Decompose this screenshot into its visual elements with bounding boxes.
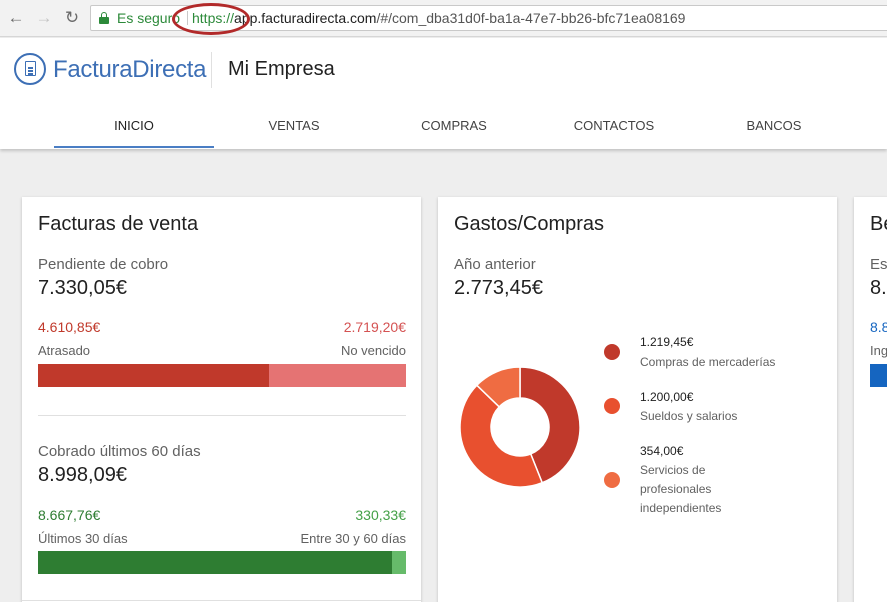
- overdue-amount: 4.610,85€: [38, 319, 101, 335]
- legend-label: Compras de mercaderías: [640, 355, 776, 369]
- url-path: /#/com_dba31d0f-ba1a-47e7-bb26-bfc71ea08…: [376, 10, 686, 26]
- expenses-amount: 2.773,45€: [454, 277, 543, 299]
- expenses-donut-chart[interactable]: [458, 365, 582, 489]
- forward-arrow-icon[interactable]: →: [34, 8, 54, 28]
- card-bottom-divider: [22, 600, 421, 601]
- tab-bancos[interactable]: BANCOS: [694, 118, 854, 133]
- tab-inicio[interactable]: INICIO: [54, 118, 214, 133]
- tab-contactos[interactable]: CONTACTOS: [534, 118, 694, 133]
- notdue-amount: 2.719,20€: [343, 319, 406, 335]
- lock-icon: [99, 12, 109, 24]
- legend-dot: [604, 344, 620, 360]
- expenses-card: Gastos/Compras Año anterior 2.773,45€ 1.…: [438, 197, 837, 602]
- brand-divider: [211, 52, 212, 88]
- url-host: app.facturadirecta.com: [234, 10, 377, 26]
- legend-label: Sueldos y salarios: [640, 409, 738, 423]
- pending-amount: 7.330,05€: [38, 277, 127, 299]
- browser-toolbar: ← → ↻ Es seguro https://app.facturadirec…: [0, 0, 887, 37]
- period-label: Año anterior: [454, 256, 536, 273]
- legend-amount: 1.219,45€: [640, 335, 694, 349]
- sales-invoices-card: Facturas de venta Pendiente de cobro 7.3…: [22, 197, 421, 602]
- annotation-circle: [172, 3, 250, 35]
- card-title[interactable]: Be: [870, 213, 887, 236]
- secure-label: Es seguro: [117, 10, 181, 26]
- banks-card: Be Es 8. 8.8 Ing: [854, 197, 887, 602]
- between-amount: 330,33€: [355, 507, 406, 523]
- notdue-bar[interactable]: [269, 364, 406, 387]
- between-bar[interactable]: [392, 551, 406, 574]
- back-arrow-icon[interactable]: ←: [6, 8, 26, 28]
- pending-label: Pendiente de cobro: [38, 256, 169, 273]
- notdue-label: No vencido: [340, 343, 406, 358]
- income-amount: 8.8: [870, 319, 887, 335]
- brand-name[interactable]: FacturaDirecta: [53, 56, 206, 84]
- card-title[interactable]: Gastos/Compras: [454, 213, 604, 236]
- last30-amount: 8.667,76€: [38, 507, 101, 523]
- overdue-label: Atrasado: [38, 343, 91, 358]
- legend-dot: [604, 398, 620, 414]
- facturadirecta-logo-icon[interactable]: [14, 53, 46, 85]
- tab-ventas[interactable]: VENTAS: [214, 118, 374, 133]
- url-text[interactable]: https://app.facturadirecta.com/#/com_dba…: [192, 6, 685, 30]
- legend-dot: [604, 472, 620, 488]
- last30-label: Últimos 30 días: [38, 531, 128, 546]
- tab-compras[interactable]: COMPRAS: [374, 118, 534, 133]
- active-tab-indicator: [54, 146, 214, 148]
- collected-amount: 8.998,09€: [38, 464, 127, 486]
- between-label: Entre 30 y 60 días: [300, 531, 406, 546]
- legend-label: Servicios de profesionales independiente…: [640, 463, 722, 515]
- card-title[interactable]: Facturas de venta: [38, 213, 198, 236]
- overdue-bar[interactable]: [38, 364, 269, 387]
- period-label: Es: [870, 256, 887, 273]
- balance-amount: 8.: [870, 277, 887, 299]
- last30-bar[interactable]: [38, 551, 392, 574]
- app-header: FacturaDirecta Mi Empresa INICIO VENTAS …: [0, 38, 887, 149]
- company-name[interactable]: Mi Empresa: [228, 58, 335, 81]
- income-bar[interactable]: [870, 364, 887, 387]
- income-label: Ing: [870, 343, 887, 358]
- collected-label: Cobrado últimos 60 días: [38, 443, 201, 460]
- legend-amount: 1.200,00€: [640, 390, 694, 404]
- reload-icon[interactable]: ↻: [62, 8, 82, 28]
- card-divider: [38, 415, 406, 416]
- legend-amount: 354,00€: [640, 444, 684, 458]
